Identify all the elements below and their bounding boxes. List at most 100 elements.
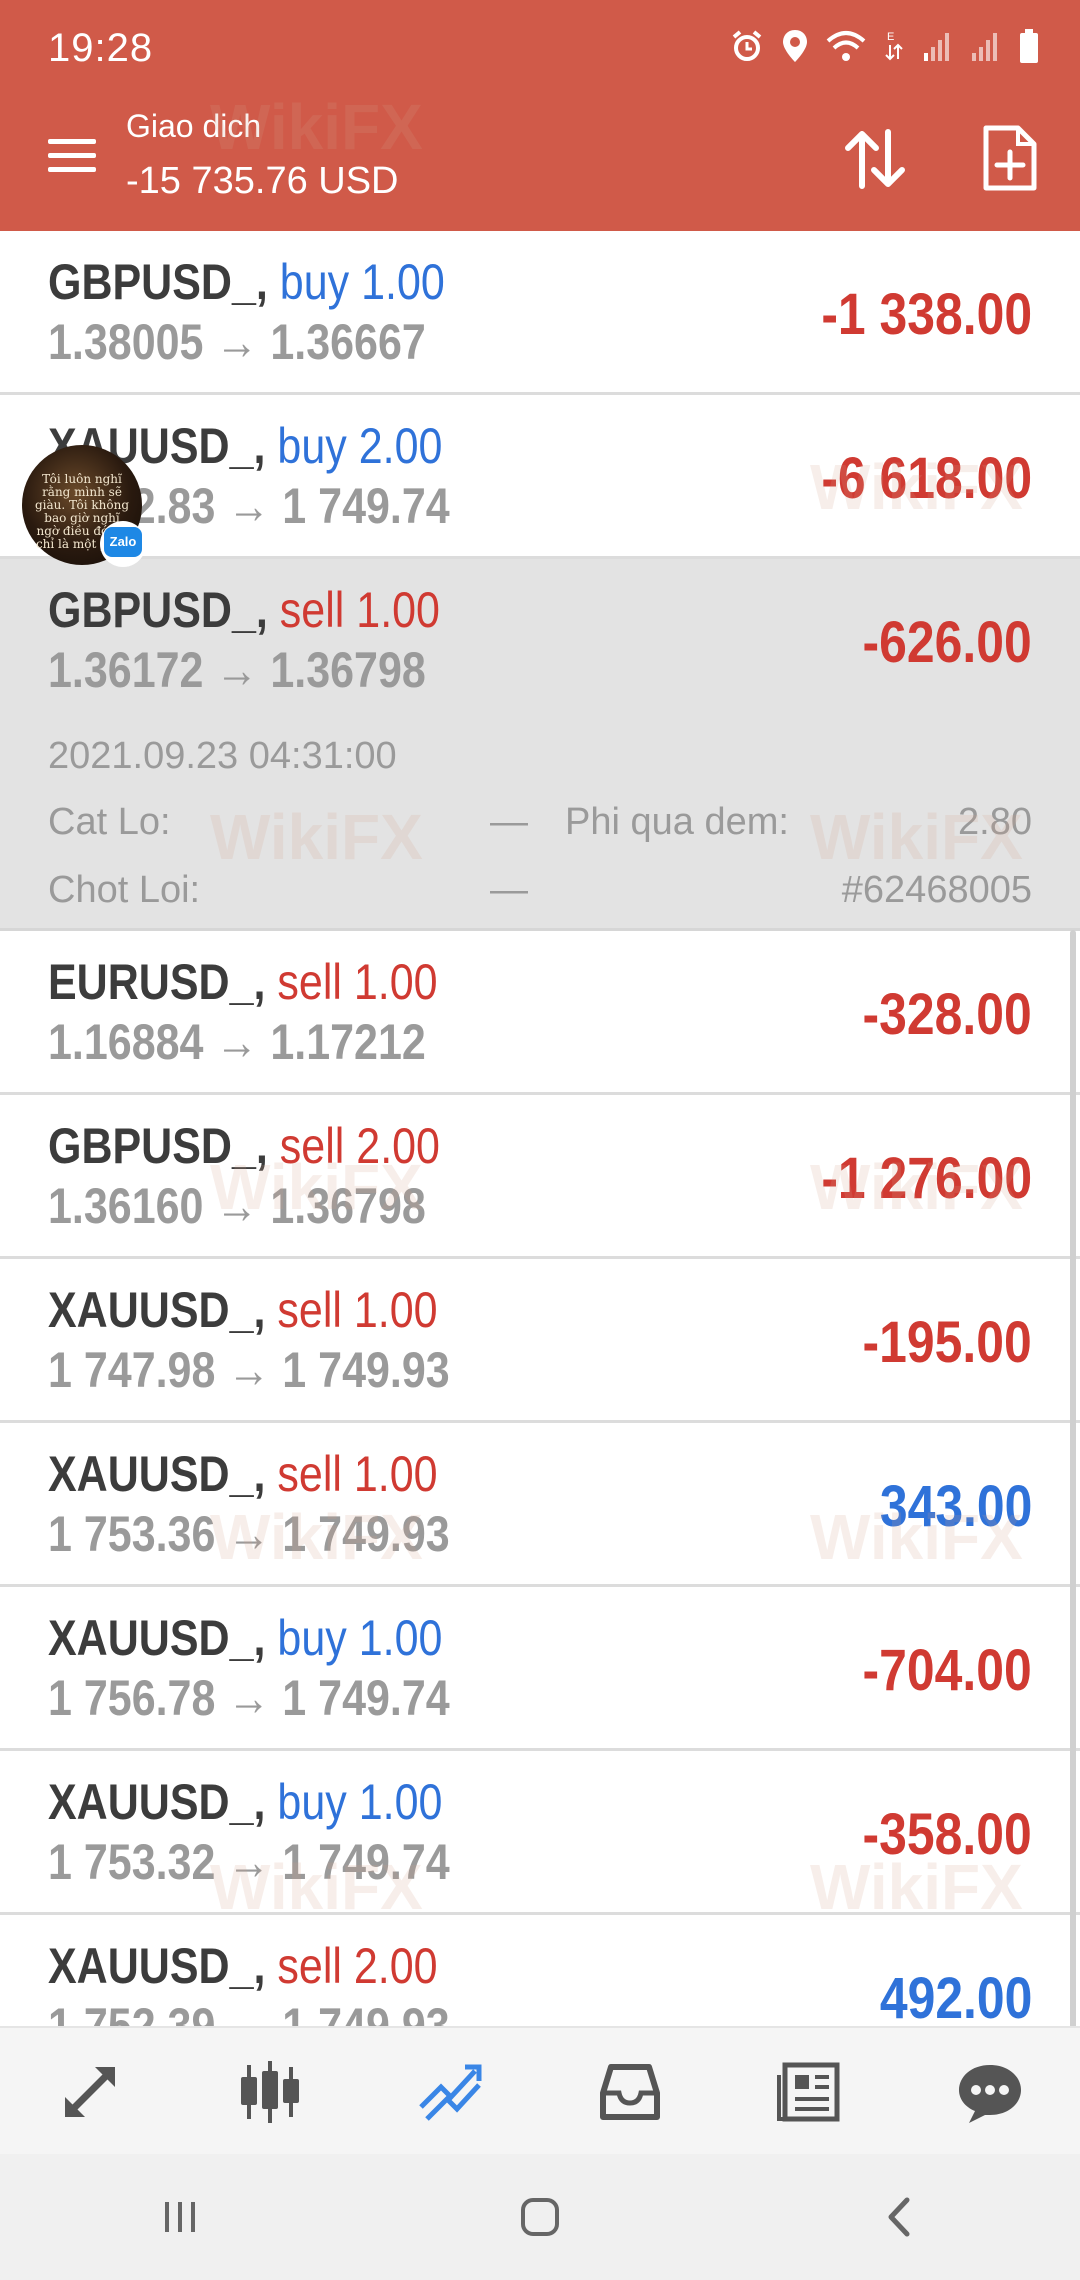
nav-quotes[interactable] xyxy=(45,2047,135,2137)
page-title: Giao dich xyxy=(126,108,262,144)
trade-type: sell 1.00 xyxy=(277,1282,438,1338)
trade-row[interactable]: XAUUSD_, sell 2.00 1 752.39 → 1 749.93 4… xyxy=(0,1915,1080,2026)
symbol: XAUUSD_, xyxy=(48,1446,266,1502)
trade-row[interactable]: XAUUSD_, sell 1.00 1 747.98 → 1 749.93 -… xyxy=(0,1259,1080,1423)
profit: -358.00 xyxy=(862,1802,1032,1867)
zalo-badge: Zalo xyxy=(100,521,146,567)
profit: -704.00 xyxy=(862,1638,1032,1703)
trade-row[interactable]: GBPUSD_, sell 2.00 1.36160 → 1.36798 -1 … xyxy=(0,1095,1080,1259)
profit: -1 276.00 xyxy=(821,1146,1032,1211)
nav-trade[interactable] xyxy=(405,2047,495,2137)
trade-type: sell 1.00 xyxy=(277,954,438,1010)
trade-type: buy 1.00 xyxy=(277,1774,443,1830)
open-price: 1 753.36 xyxy=(48,1506,216,1562)
symbol: EURUSD_, xyxy=(48,954,266,1010)
svg-text:E: E xyxy=(887,31,894,43)
signal-icon-2 xyxy=(972,33,997,61)
new-order-button[interactable] xyxy=(980,124,1040,194)
alarm-icon xyxy=(732,30,762,61)
status-icons: E xyxy=(730,28,1040,64)
trade-row[interactable]: XAUUSD_, sell 1.00 1 753.36 → 1 749.93 3… xyxy=(0,1423,1080,1587)
current-price: 1.36667 xyxy=(270,314,426,370)
stop-loss-label: Cat Lo: xyxy=(48,801,171,843)
open-price: 1 753.32 xyxy=(48,1834,216,1890)
profit: -328.00 xyxy=(862,982,1032,1047)
trade-row[interactable]: XAUUSD_, buy 1.00 1 756.78 → 1 749.74 -7… xyxy=(0,1587,1080,1751)
home-button[interactable] xyxy=(495,2177,585,2257)
scrollbar[interactable] xyxy=(1070,930,1076,2030)
trade-type: buy 1.00 xyxy=(279,254,445,310)
trade-type: buy 2.00 xyxy=(277,418,443,474)
profit: 492.00 xyxy=(879,1966,1032,2026)
status-time: 19:28 xyxy=(48,26,154,70)
sort-arrows-icon xyxy=(845,129,905,189)
symbol: XAUUSD_, xyxy=(48,1610,266,1666)
symbol: XAUUSD_, xyxy=(48,1774,266,1830)
ticket-number: #62468005 xyxy=(841,869,1032,911)
current-price: 1 749.74 xyxy=(282,1670,450,1726)
recent-apps-icon xyxy=(165,2202,195,2232)
swap-value: 2.80 xyxy=(958,801,1032,843)
profit: 343.00 xyxy=(879,1474,1032,1539)
wifi-icon xyxy=(826,31,866,61)
trade-type: sell 1.00 xyxy=(279,582,440,638)
current-price: 1 749.93 xyxy=(282,1506,450,1562)
inbox-icon xyxy=(600,2064,660,2120)
open-price: 1 752.39 xyxy=(48,1998,216,2026)
take-profit-label: Chot Loi: xyxy=(48,869,201,911)
app-header: 19:28 E Giao dich -15 735.76 USD xyxy=(0,0,1080,231)
add-document-icon xyxy=(983,125,1037,191)
menu-button[interactable] xyxy=(44,130,100,186)
back-button[interactable] xyxy=(855,2177,945,2257)
news-icon xyxy=(777,2062,840,2122)
open-price: 1.16884 xyxy=(48,1014,204,1070)
profit: -1 338.00 xyxy=(821,282,1032,347)
profit: -626.00 xyxy=(862,610,1032,675)
open-price: 1 747.98 xyxy=(48,1342,216,1398)
trade-row[interactable]: EURUSD_, sell 1.00 1.16884 → 1.17212 -32… xyxy=(0,931,1080,1095)
current-price: 1 749.74 xyxy=(282,1834,450,1890)
nav-history[interactable] xyxy=(585,2047,675,2137)
profit: -6 618.00 xyxy=(821,446,1032,511)
trade-type: sell 2.00 xyxy=(277,1938,438,1994)
recent-apps-button[interactable] xyxy=(135,2177,225,2257)
current-price: 1 749.93 xyxy=(282,1998,450,2026)
trade-row[interactable]: XAUUSD_, buy 1.00 1 753.32 → 1 749.74 -3… xyxy=(0,1751,1080,1915)
open-price: 1.36160 xyxy=(48,1178,204,1234)
symbol: GBPUSD_, xyxy=(48,1118,268,1174)
open-time: 2021.09.23 04:31:00 xyxy=(48,735,397,777)
signal-icon xyxy=(924,33,949,61)
symbol: GBPUSD_, xyxy=(48,582,268,638)
trade-list[interactable]: GBPUSD_, buy 1.00 1.38005 → 1.36667 -1 3… xyxy=(0,231,1080,2026)
current-price: 1.36798 xyxy=(270,1178,426,1234)
current-price: 1 749.74 xyxy=(282,478,450,534)
symbol: XAUUSD_, xyxy=(48,1282,266,1338)
current-price: 1 749.93 xyxy=(282,1342,450,1398)
trade-row[interactable]: GBPUSD_, buy 1.00 1.38005 → 1.36667 -1 3… xyxy=(0,231,1080,395)
location-icon xyxy=(783,30,807,62)
chart-icon xyxy=(241,2061,299,2123)
trade-icon xyxy=(419,2064,482,2121)
swap-label: Phi qua dem: xyxy=(565,801,789,843)
zalo-chat-bubble[interactable]: Tôi luôn nghĩ rằng mình sẽ giàu. Tôi khô… xyxy=(22,445,146,567)
current-price: 1.36798 xyxy=(270,642,426,698)
open-price: 1.36172 xyxy=(48,642,204,698)
trade-row[interactable]: XAUUSD_, buy 2.00 1 752.83 → 1 749.74 -6… xyxy=(0,395,1080,559)
zalo-logo-icon: Zalo xyxy=(104,527,142,557)
nav-news[interactable] xyxy=(765,2047,855,2137)
bottom-nav xyxy=(0,2026,1080,2156)
data-arrows-icon: E xyxy=(885,31,903,61)
balance-value: -15 735.76 USD xyxy=(126,160,399,202)
nav-messages[interactable] xyxy=(945,2047,1035,2137)
chat-bubble-icon xyxy=(959,2065,1021,2123)
symbol: GBPUSD_, xyxy=(48,254,268,310)
battery-icon xyxy=(1020,29,1038,63)
open-price: 1 756.78 xyxy=(48,1670,216,1726)
stop-loss-value: — xyxy=(490,801,528,843)
trade-type: sell 1.00 xyxy=(277,1446,438,1502)
nav-chart[interactable] xyxy=(225,2047,315,2137)
trade-type: sell 2.00 xyxy=(279,1118,440,1174)
trade-type: buy 1.00 xyxy=(277,1610,443,1666)
sort-button[interactable] xyxy=(840,124,910,194)
trade-row-expanded[interactable]: GBPUSD_, sell 1.00 1.36172 → 1.36798 -62… xyxy=(0,559,1080,931)
